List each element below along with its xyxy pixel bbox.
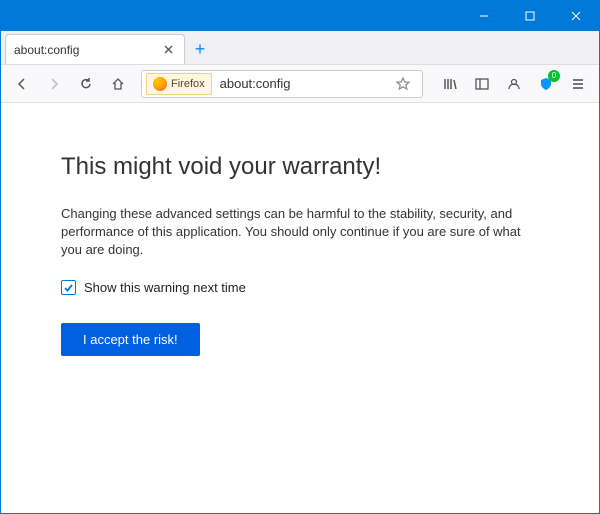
- tab-close-button[interactable]: [160, 42, 176, 58]
- sidebar-icon: [474, 76, 490, 92]
- maximize-button[interactable]: [507, 1, 553, 31]
- home-icon: [110, 76, 126, 92]
- arrow-right-icon: [46, 76, 62, 92]
- hamburger-icon: [570, 76, 586, 92]
- toolbar: Firefox about:config 0: [1, 65, 599, 103]
- warning-page: This might void your warranty! Changing …: [1, 103, 599, 406]
- plus-icon: +: [195, 39, 206, 60]
- pocket-button[interactable]: 0: [531, 69, 561, 99]
- titlebar: [1, 1, 599, 31]
- account-button[interactable]: [499, 69, 529, 99]
- identity-label: Firefox: [171, 78, 205, 90]
- titlebar-spacer: [1, 1, 461, 31]
- content-area: This might void your warranty! Changing …: [1, 103, 599, 513]
- checkbox-label[interactable]: Show this warning next time: [84, 280, 246, 295]
- star-icon: [395, 76, 411, 92]
- close-icon: [571, 11, 581, 21]
- warning-body: Changing these advanced settings can be …: [61, 205, 539, 260]
- reload-button[interactable]: [71, 69, 101, 99]
- identity-box[interactable]: Firefox: [146, 73, 212, 95]
- reload-icon: [78, 76, 94, 92]
- library-button[interactable]: [435, 69, 465, 99]
- url-bar[interactable]: Firefox about:config: [141, 70, 423, 98]
- minimize-icon: [479, 11, 489, 21]
- tab-title: about:config: [14, 43, 154, 57]
- home-button[interactable]: [103, 69, 133, 99]
- tab-about-config[interactable]: about:config: [5, 34, 185, 64]
- new-tab-button[interactable]: +: [185, 34, 215, 64]
- checkbox-row: Show this warning next time: [61, 280, 539, 295]
- sidebar-button[interactable]: [467, 69, 497, 99]
- toolbar-right: 0: [435, 69, 593, 99]
- app-menu-button[interactable]: [563, 69, 593, 99]
- maximize-icon: [525, 11, 535, 21]
- tab-strip: about:config +: [1, 31, 599, 65]
- forward-button[interactable]: [39, 69, 69, 99]
- back-button[interactable]: [7, 69, 37, 99]
- close-window-button[interactable]: [553, 1, 599, 31]
- firefox-icon: [153, 77, 167, 91]
- pocket-badge: 0: [548, 70, 560, 82]
- url-text[interactable]: about:config: [216, 76, 384, 91]
- library-icon: [442, 76, 458, 92]
- browser-window: about:config + Firefox about:config: [0, 0, 600, 514]
- check-icon: [63, 282, 74, 293]
- bookmark-star-button[interactable]: [388, 69, 418, 99]
- warning-heading: This might void your warranty!: [61, 153, 539, 181]
- close-icon: [164, 45, 173, 54]
- arrow-left-icon: [14, 76, 30, 92]
- account-icon: [506, 76, 522, 92]
- accept-risk-button[interactable]: I accept the risk!: [61, 323, 200, 356]
- minimize-button[interactable]: [461, 1, 507, 31]
- show-warning-checkbox[interactable]: [61, 280, 76, 295]
